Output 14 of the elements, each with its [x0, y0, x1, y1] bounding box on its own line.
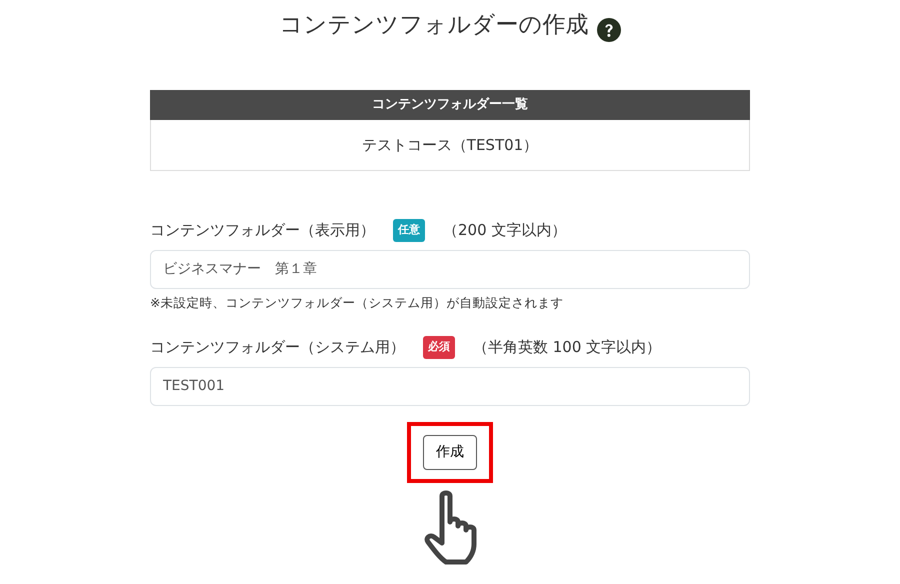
input-field[interactable]: TEST001	[150, 366, 750, 406]
length-limit: （半角英数 100 文字以内）	[473, 337, 662, 358]
optional-badge: 任意	[393, 219, 425, 242]
create-button[interactable]: 作成	[423, 434, 477, 470]
input-field[interactable]: ビジネスマナー 第１章	[150, 250, 750, 288]
field-label: コンテンツフォルダー（表示用）	[150, 220, 375, 241]
table-header: コンテンツフォルダー一覧	[150, 90, 750, 120]
table-cell: テストコース（TEST01）	[150, 120, 750, 171]
page-title: コンテンツフォルダーの作成	[280, 12, 588, 40]
help-text: ※未設定時、コンテンツフォルダー（システム用）が自動設定されます	[150, 294, 564, 312]
required-badge: 必須	[423, 336, 455, 359]
length-limit: （200 文字以内）	[443, 220, 566, 241]
help-icon[interactable]	[596, 18, 620, 42]
field-label: コンテンツフォルダー（システム用）	[150, 337, 405, 358]
